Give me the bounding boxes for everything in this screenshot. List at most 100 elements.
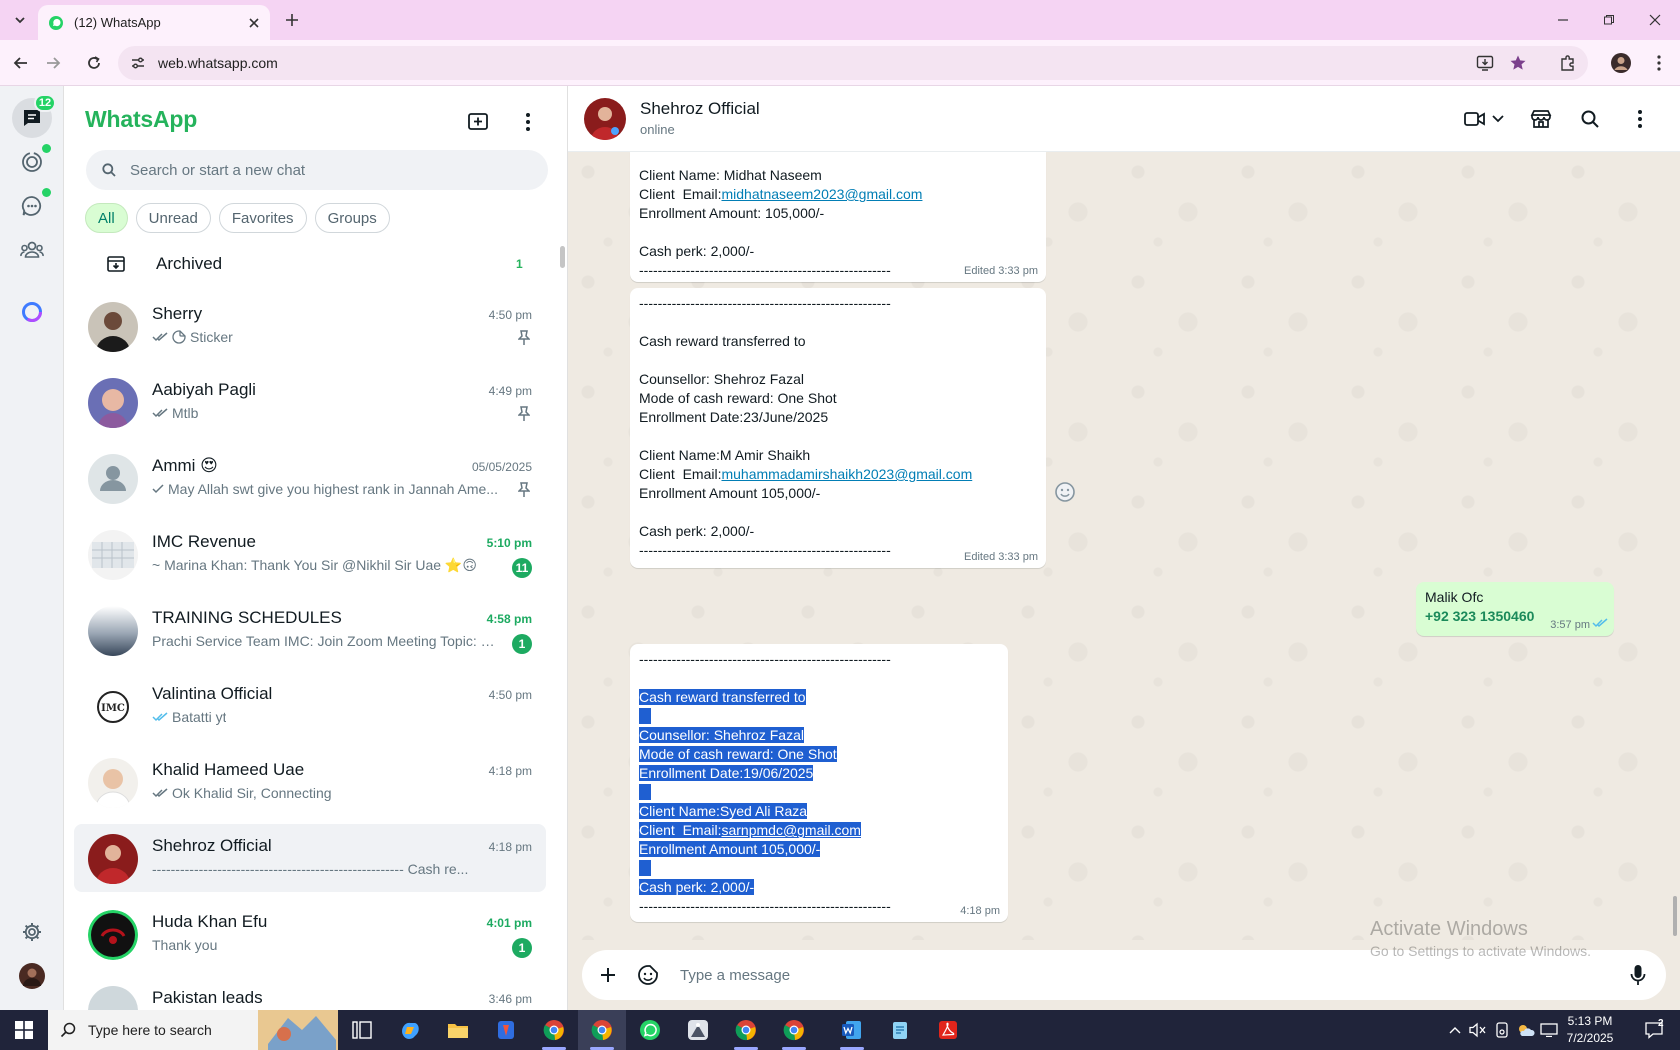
site-settings-icon[interactable] — [130, 55, 146, 71]
taskbar-copilot[interactable] — [386, 1010, 434, 1050]
chat-row[interactable]: Huda Khan Efu 4:01 pm Thank you 1 — [74, 900, 546, 968]
rail-status-button[interactable] — [12, 142, 52, 182]
filter-groups-chip[interactable]: Groups — [314, 203, 390, 233]
rail-channels-button[interactable] — [12, 186, 52, 226]
email-link[interactable]: midhatnaseem2023@gmail.com — [721, 186, 922, 202]
chatlist-menu-button[interactable] — [512, 106, 544, 138]
filter-unread-chip[interactable]: Unread — [135, 203, 211, 233]
taskbar-app-blue[interactable] — [482, 1010, 530, 1050]
filter-all-chip[interactable]: All — [85, 203, 128, 233]
email-link[interactable]: muhammadamirshaikh2023@gmail.com — [721, 466, 972, 482]
chat-row[interactable]: IMC Valintina Official 4:50 pm Batatti yt — [74, 672, 546, 740]
tray-notifications[interactable]: 2 — [1634, 1010, 1674, 1050]
new-tab-button[interactable] — [280, 8, 304, 32]
taskbar-file-explorer[interactable] — [434, 1010, 482, 1050]
profile-button[interactable] — [1607, 49, 1635, 77]
taskbar-pdf-reader[interactable] — [924, 1010, 972, 1050]
message-list[interactable]: Client Name: Midhat Naseem Client Email:m… — [568, 152, 1680, 940]
chat-name: Aabiyah Pagli — [152, 380, 256, 399]
shop-button[interactable] — [1525, 103, 1557, 135]
filter-favorites-chip[interactable]: Favorites — [218, 203, 307, 233]
new-chat-button[interactable] — [462, 106, 494, 138]
chat-row[interactable]: IMC Revenue 5:10 pm ~ Marina Khan: Thank Y… — [74, 520, 546, 588]
close-window-button[interactable] — [1632, 0, 1678, 40]
bookmark-star-button[interactable] — [1504, 49, 1532, 77]
chat-row[interactable]: Shehroz Official 4:18 pm -----------------… — [74, 824, 546, 892]
contact-name[interactable]: Shehroz Official — [640, 99, 760, 119]
chat-avatar[interactable] — [88, 986, 138, 1010]
search-input[interactable] — [130, 161, 530, 179]
message-input[interactable] — [680, 966, 1580, 984]
browser-menu-button[interactable] — [1645, 49, 1673, 77]
taskbar-chrome-1[interactable] — [530, 1010, 578, 1050]
chat-avatar[interactable] — [88, 378, 138, 428]
chat-avatar[interactable]: IMC — [88, 682, 138, 732]
shared-contact-name[interactable]: Malik Ofc — [1425, 588, 1606, 607]
chat-row[interactable]: Khalid Hameed Uae 4:18 pm Ok Khalid Sir, C… — [74, 748, 546, 816]
video-call-button[interactable] — [1460, 103, 1508, 135]
tray-volume-muted[interactable] — [1466, 1010, 1490, 1050]
chat-search-box[interactable] — [86, 150, 548, 190]
chat-row[interactable]: Sherry 4:50 pm Sticker — [74, 292, 546, 360]
start-button[interactable] — [0, 1010, 48, 1050]
incoming-message[interactable]: ----------------------------------------… — [630, 288, 1046, 568]
taskbar-search-box[interactable]: Type here to search — [48, 1010, 338, 1050]
tray-show-hidden-icons[interactable] — [1444, 1010, 1466, 1050]
incoming-message[interactable]: Client Name: Midhat Naseem Client Email:m… — [630, 152, 1046, 282]
taskbar-chrome-4[interactable] — [770, 1010, 818, 1050]
tray-onedrive[interactable] — [1514, 1010, 1538, 1050]
emoji-reaction-icon[interactable] — [1053, 480, 1077, 504]
archived-chats-row[interactable]: Archived 1 — [64, 240, 567, 288]
chat-row[interactable]: Pakistan leads 3:46 pm — [74, 976, 546, 1010]
url-text[interactable]: web.whatsapp.com — [158, 55, 278, 71]
rail-meta-ai-button[interactable] — [12, 292, 52, 332]
chat-avatar[interactable] — [88, 530, 138, 580]
chat-list-scrollbar[interactable] — [560, 246, 565, 268]
rail-profile-button[interactable] — [12, 956, 52, 996]
browser-tab-whatsapp[interactable]: (12) WhatsApp — [38, 5, 270, 40]
tab-search-button[interactable] — [8, 8, 32, 32]
chat-avatar[interactable] — [88, 758, 138, 808]
message-meta: 3:57 pm — [1550, 619, 1590, 631]
chat-avatar[interactable] — [88, 302, 138, 352]
taskbar-chrome-3[interactable] — [722, 1010, 770, 1050]
tray-meet-now[interactable] — [1490, 1010, 1514, 1050]
rail-communities-button[interactable] — [12, 230, 52, 270]
reload-button[interactable] — [81, 50, 107, 76]
rail-chats-button[interactable]: 12 — [12, 94, 56, 138]
conversation-menu-button[interactable] — [1624, 103, 1656, 135]
extensions-button[interactable] — [1554, 49, 1582, 77]
voice-message-button[interactable] — [1618, 955, 1658, 995]
chat-row[interactable]: TRAINING SCHEDULES 4:58 pm Prachi Service … — [74, 596, 546, 664]
restore-window-button[interactable] — [1586, 0, 1632, 40]
chat-row[interactable]: Ammi 😍 05/05/2025 May Allah swt give you h… — [74, 444, 546, 512]
chat-avatar[interactable] — [88, 910, 138, 960]
taskbar-clock[interactable]: 5:13 PM 7/2/2025 — [1555, 1013, 1625, 1047]
forward-button[interactable] — [40, 50, 66, 76]
sticker-button[interactable] — [628, 955, 668, 995]
taskbar-chrome-2-active[interactable] — [578, 1010, 626, 1050]
attach-button[interactable] — [588, 955, 628, 995]
chat-avatar[interactable] — [88, 454, 138, 504]
address-bar[interactable]: web.whatsapp.com — [118, 46, 1588, 80]
chat-avatar[interactable] — [88, 606, 138, 656]
conversation-header[interactable]: Shehroz Official online — [568, 86, 1680, 152]
taskbar-clock-app[interactable] — [674, 1010, 722, 1050]
incoming-message-selected-text[interactable]: ----------------------------------------… — [630, 644, 1008, 922]
rail-settings-button[interactable] — [12, 912, 52, 952]
taskbar-task-view[interactable] — [338, 1010, 386, 1050]
search-messages-button[interactable] — [1574, 103, 1606, 135]
back-button[interactable] — [8, 50, 34, 76]
chat-row[interactable]: Aabiyah Pagli 4:49 pm Mtlb — [74, 368, 546, 436]
close-tab-icon[interactable] — [248, 17, 260, 29]
chat-avatar[interactable] — [88, 834, 138, 884]
taskbar-notepad[interactable] — [876, 1010, 924, 1050]
install-app-button[interactable] — [1471, 49, 1499, 77]
outgoing-contact-card[interactable]: Malik Ofc +92 323 1350460 3:57 pm — [1416, 582, 1614, 636]
messages-scrollbar-thumb[interactable] — [1673, 896, 1677, 936]
email-link[interactable]: sarnpmdc@gmail.com — [721, 822, 860, 838]
taskbar-word[interactable] — [828, 1010, 876, 1050]
contact-avatar[interactable] — [584, 98, 626, 140]
taskbar-whatsapp[interactable] — [626, 1010, 674, 1050]
minimize-window-button[interactable] — [1540, 0, 1586, 40]
